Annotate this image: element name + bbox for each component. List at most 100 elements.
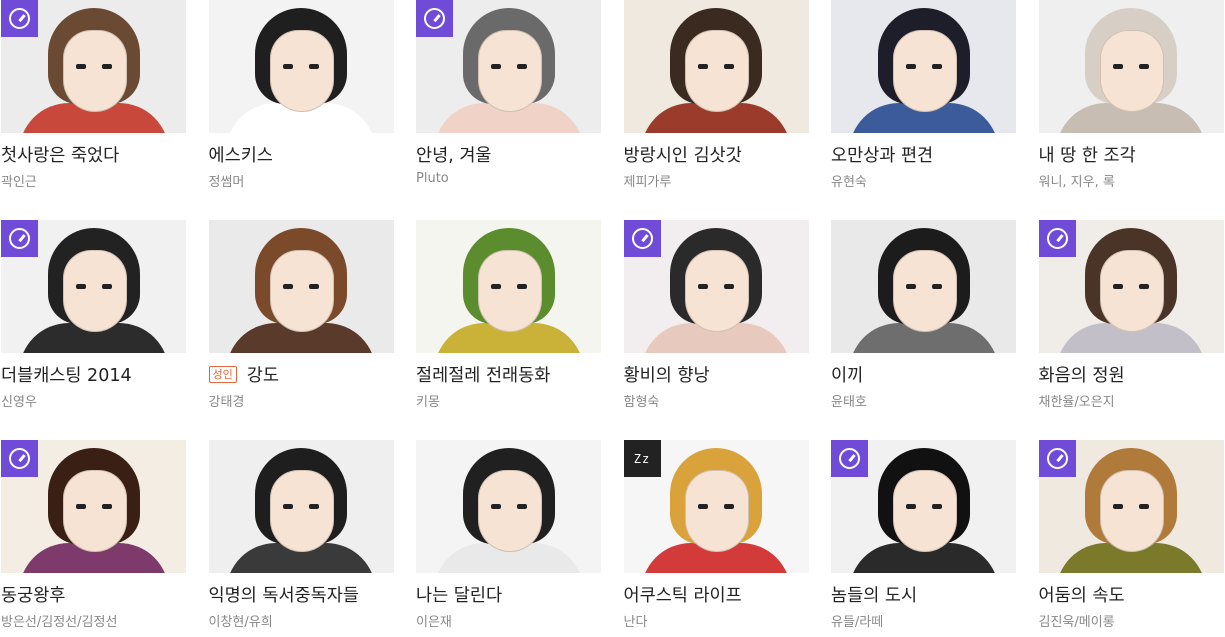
clock-ring xyxy=(839,448,860,469)
webtoon-title-text: 강도 xyxy=(246,366,279,386)
clock-ring xyxy=(424,8,445,29)
webtoon-thumbnail[interactable] xyxy=(1,440,186,573)
webtoon-thumbnail[interactable] xyxy=(208,440,394,573)
webtoon-thumbnail[interactable] xyxy=(208,220,394,353)
webtoon-thumbnail[interactable] xyxy=(831,440,1016,573)
webtoon-card[interactable]: 안녕, 겨울 Pluto xyxy=(416,0,601,220)
character-eye xyxy=(101,284,112,289)
webtoon-thumbnail[interactable] xyxy=(1038,440,1224,573)
webtoon-title[interactable]: 어둠의 속도 xyxy=(1039,584,1224,608)
character-eye xyxy=(905,284,916,289)
clock-ring xyxy=(1046,228,1068,249)
webtoon-title[interactable]: 이끼 xyxy=(831,364,1016,388)
webtoon-title-text: 어둠의 속도 xyxy=(1038,586,1125,606)
character-eye xyxy=(698,504,708,509)
webtoon-thumbnail[interactable] xyxy=(623,220,809,353)
webtoon-card[interactable]: 나는 달린다 이은재 xyxy=(416,440,601,637)
character-eye xyxy=(516,504,527,509)
character-eye xyxy=(931,504,942,509)
character-eye xyxy=(931,64,942,69)
webtoon-card[interactable]: 더블캐스팅 2014 신영우 xyxy=(1,220,186,440)
webtoon-card[interactable]: 이끼 윤태호 xyxy=(831,220,1016,440)
webtoon-card[interactable]: 동궁왕후 방은선/김정선/김정선 xyxy=(1,440,186,637)
webtoon-title[interactable]: 오만상과 편견 xyxy=(831,144,1016,168)
webtoon-thumbnail[interactable] xyxy=(623,0,809,133)
webtoon-card[interactable]: 화음의 정원채한율/오은지 xyxy=(1038,220,1224,440)
webtoon-card[interactable]: 첫사랑은 죽었다곽인근 xyxy=(1,0,186,220)
webtoon-title[interactable]: 놈들의 도시 xyxy=(831,584,1016,608)
webtoon-card[interactable]: 놈들의 도시유들/라떼 xyxy=(831,440,1016,637)
webtoon-author: 워니, 지우, 록 xyxy=(1038,175,1115,190)
webtoon-title[interactable]: 더블캐스팅 2014 xyxy=(1,364,186,388)
webtoon-thumbnail[interactable] xyxy=(831,0,1016,133)
webtoon-title-text: 오만상과 편견 xyxy=(831,146,934,166)
webtoon-thumbnail[interactable] xyxy=(1,0,186,133)
webtoon-card[interactable]: 황비의 향낭 함형숙 xyxy=(623,220,809,440)
clock-icon xyxy=(831,440,868,477)
webtoon-card[interactable]: Zz 어쿠스틱 라이프난다 xyxy=(623,440,809,637)
webtoon-title[interactable]: 첫사랑은 죽었다 xyxy=(1,144,186,168)
character-eye xyxy=(490,284,501,289)
clock-ring xyxy=(9,8,30,29)
webtoon-author: 키몽 xyxy=(416,395,440,410)
webtoon-author: 신영우 xyxy=(1,395,37,410)
webtoon-thumbnail[interactable] xyxy=(208,0,394,133)
webtoon-thumbnail[interactable] xyxy=(1038,220,1224,353)
character-face xyxy=(270,250,334,332)
webtoon-card[interactable]: 성인 강도 강태경 xyxy=(208,220,394,440)
webtoon-title[interactable]: 에스키스 xyxy=(209,144,394,168)
webtoon-title[interactable]: 동궁왕후 xyxy=(1,584,186,608)
webtoon-title-text: 화음의 정원 xyxy=(1038,366,1125,386)
webtoon-title[interactable]: 성인 강도 xyxy=(208,364,394,388)
webtoon-card[interactable]: 에스키스 정썸머 xyxy=(208,0,394,220)
character-face xyxy=(62,470,127,552)
webtoon-title[interactable]: 황비의 향낭 xyxy=(624,364,809,388)
webtoon-title[interactable]: 방랑시인 김삿갓 xyxy=(624,144,809,168)
webtoon-thumbnail[interactable]: Zz xyxy=(623,440,809,573)
character-face xyxy=(62,250,127,332)
webtoon-thumbnail[interactable] xyxy=(831,220,1016,353)
character-face xyxy=(892,470,957,552)
webtoon-author: Pluto xyxy=(416,171,449,186)
webtoon-title-text: 나는 달린다 xyxy=(416,586,503,606)
webtoon-thumbnail[interactable] xyxy=(416,0,601,133)
webtoon-card[interactable]: 오만상과 편견 유현숙 xyxy=(831,0,1016,220)
webtoon-thumbnail[interactable] xyxy=(1038,0,1224,133)
webtoon-card[interactable]: 익명의 독서중독자들 이창현/유희 xyxy=(208,440,394,637)
webtoon-title[interactable]: 나는 달린다 xyxy=(416,584,601,608)
webtoon-title[interactable]: 화음의 정원 xyxy=(1039,364,1224,388)
webtoon-author: 곽인근 xyxy=(1,175,37,190)
character-eye xyxy=(309,284,319,289)
webtoon-title-text: 안녕, 겨울 xyxy=(416,146,492,166)
character-eye xyxy=(724,504,734,509)
character-face xyxy=(477,30,542,112)
webtoon-title[interactable]: 절레절레 전래동화 xyxy=(416,364,601,388)
webtoon-author: 유들/라떼 xyxy=(831,615,884,630)
webtoon-thumbnail[interactable] xyxy=(416,220,601,353)
character-eye xyxy=(283,64,293,69)
webtoon-card[interactable]: 절레절레 전래동화키몽 xyxy=(416,220,601,440)
character-eye xyxy=(1139,284,1149,289)
webtoon-title-text: 절레절레 전래동화 xyxy=(416,366,551,386)
clock-icon xyxy=(623,220,661,257)
webtoon-card[interactable]: 방랑시인 김삿갓 제피가루 xyxy=(623,0,809,220)
clock-ring xyxy=(9,448,30,469)
webtoon-title[interactable]: 안녕, 겨울 xyxy=(416,144,601,168)
character-face xyxy=(270,30,334,112)
character-eye xyxy=(75,284,86,289)
webtoon-card[interactable]: 어둠의 속도김진욱/메이롱 xyxy=(1038,440,1224,637)
character-eye xyxy=(724,64,734,69)
webtoon-title-text: 놈들의 도시 xyxy=(831,586,918,606)
character-eye xyxy=(1113,284,1123,289)
webtoon-card[interactable]: 내 땅 한 조각워니, 지우, 록 xyxy=(1038,0,1224,220)
character-face xyxy=(270,470,334,552)
webtoon-title[interactable]: 내 땅 한 조각 xyxy=(1039,144,1224,168)
character-face xyxy=(892,250,957,332)
webtoon-thumbnail[interactable] xyxy=(416,440,601,573)
webtoon-author: 채한율/오은지 xyxy=(1038,395,1115,410)
webtoon-title[interactable]: 익명의 독서중독자들 xyxy=(209,584,394,608)
webtoon-title[interactable]: 어쿠스틱 라이프 xyxy=(624,584,809,608)
webtoon-author: 김진욱/메이롱 xyxy=(1038,615,1115,630)
webtoon-thumbnail[interactable] xyxy=(1,220,186,353)
webtoon-author: 난다 xyxy=(623,615,648,630)
